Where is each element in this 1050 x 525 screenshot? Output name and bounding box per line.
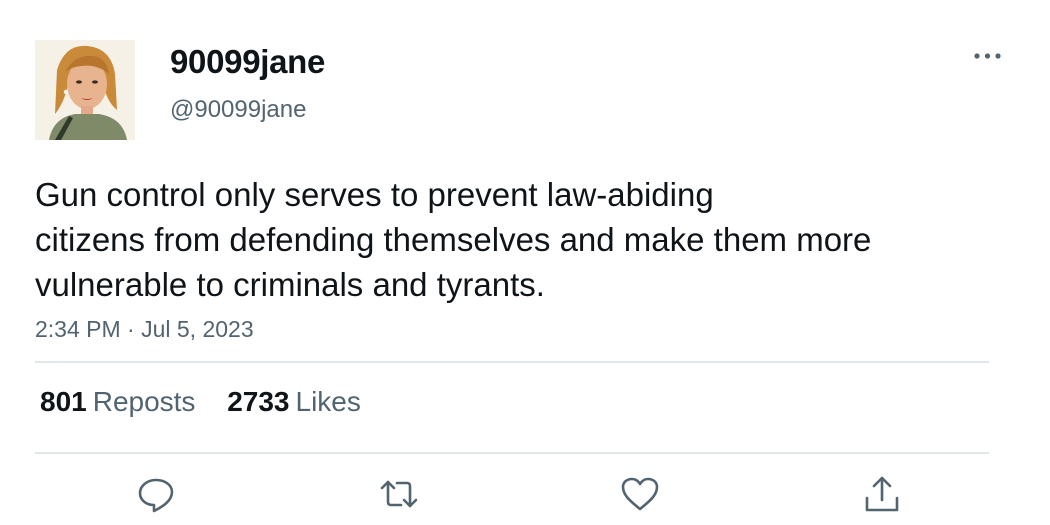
reply-button[interactable] [134,472,178,516]
avatar[interactable] [35,40,135,140]
tweet-text-line: Gun control only serves to prevent law-a… [35,176,714,213]
tweet-timestamp[interactable]: 2:34 PM · Jul 5, 2023 [35,316,254,343]
tweet-text-line: vulnerable to criminals and tyrants. [35,266,545,303]
share-button[interactable] [860,472,904,516]
display-name[interactable]: 90099jane [170,43,325,81]
tweet-text-line: citizens from defending themselves and m… [35,221,872,258]
share-icon [865,476,899,512]
likes-stat[interactable]: 2733 Likes [227,386,361,418]
repost-icon [380,480,418,508]
divider [35,452,989,454]
heart-icon [621,477,659,511]
like-button[interactable] [618,472,662,516]
reposts-label: Reposts [92,386,196,417]
user-handle[interactable]: @90099jane [170,96,306,124]
tweet-card: 90099jane @90099jane Gun control only se… [0,0,1050,525]
reposts-count: 801 [40,386,87,417]
avatar-image [35,40,135,140]
more-horizontal-icon [974,53,1001,59]
divider [35,361,989,363]
repost-button[interactable] [377,472,421,516]
engagement-stats: 801 Reposts 2733 Likes [40,386,385,418]
tweet-text: Gun control only serves to prevent law-a… [35,172,995,307]
reply-icon [138,478,174,513]
likes-count: 2733 [227,386,290,417]
likes-label: Likes [295,386,361,417]
reposts-stat[interactable]: 801 Reposts [40,386,195,418]
more-options-button[interactable] [970,44,1006,68]
